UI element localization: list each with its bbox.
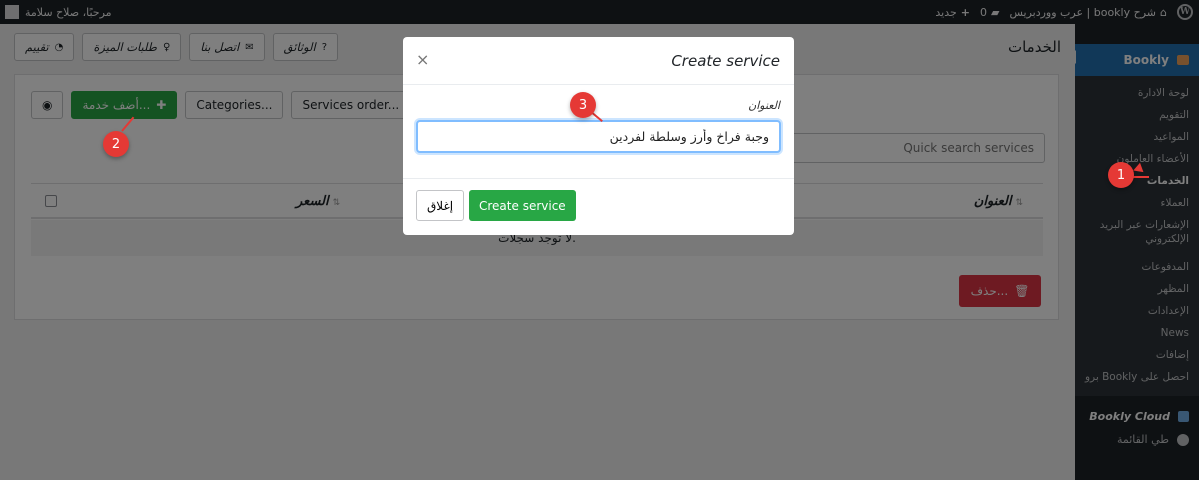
modal-title: Create service [671,52,780,70]
modal-footer: إغلاق Create service [403,179,794,235]
close-button[interactable]: إغلاق [416,190,465,221]
service-title-input[interactable] [416,120,781,153]
callout-1-arrow [1133,176,1149,178]
callout-1: 1 [1108,162,1134,188]
callout-2: 2 [103,131,129,157]
modal-body: العنوان [403,85,794,179]
create-service-button[interactable]: Create service [469,190,576,221]
create-service-modal: Create service × العنوان إغلاق Create se… [403,37,794,235]
modal-header: Create service × [403,37,794,85]
title-field-label: العنوان [748,99,780,112]
callout-3: 3 [570,92,596,118]
close-icon[interactable]: × [416,50,429,69]
